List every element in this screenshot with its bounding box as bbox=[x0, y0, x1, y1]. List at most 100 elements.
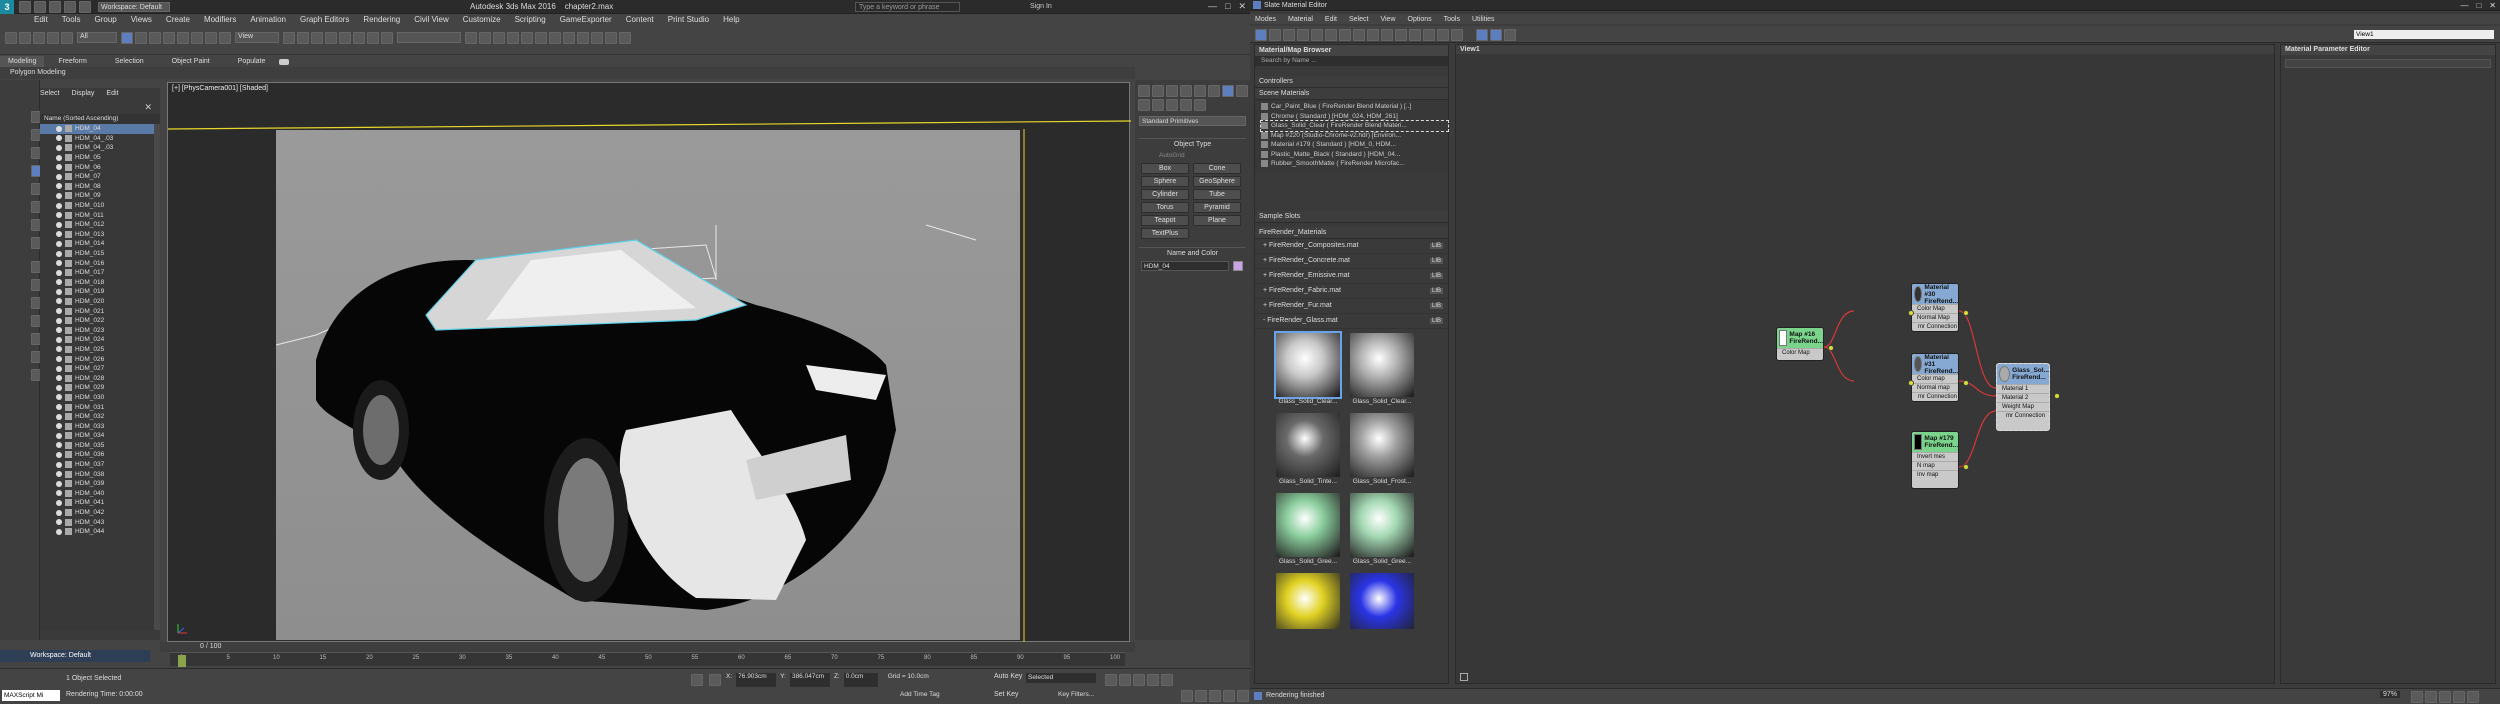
visibility-icon[interactable] bbox=[56, 173, 62, 180]
mirror-icon[interactable] bbox=[465, 32, 477, 44]
utilities-tab-icon[interactable] bbox=[1208, 85, 1220, 97]
scene-material-item[interactable]: Car_Paint_Blue ( FireRender Blend Materi… bbox=[1261, 102, 1448, 112]
systems-icon[interactable] bbox=[1194, 99, 1206, 111]
tab-select[interactable]: Select bbox=[40, 90, 59, 100]
material-30-slot[interactable]: Color Map bbox=[1912, 304, 1958, 313]
parameter-editor-bar[interactable] bbox=[2285, 59, 2491, 68]
menu-create[interactable]: Create bbox=[166, 15, 190, 24]
scene-tree-item[interactable]: HDM_042 bbox=[40, 508, 154, 518]
material-library-item[interactable]: + FireRender_Fur.mat LIB bbox=[1255, 299, 1448, 314]
track-bar[interactable]: 0510152025303540455055606570758085909510… bbox=[170, 652, 1125, 666]
scene-tree-item[interactable]: HDM_04_.03 bbox=[40, 134, 154, 144]
visibility-icon[interactable] bbox=[56, 423, 62, 430]
scene-tree-item[interactable]: HDM_029 bbox=[40, 383, 154, 393]
redo-icon[interactable] bbox=[79, 0, 91, 13]
menu-animation[interactable]: Animation bbox=[250, 15, 286, 24]
sign-in-button[interactable]: Sign In bbox=[1030, 3, 1052, 10]
visibility-icon[interactable] bbox=[56, 346, 62, 353]
scene-tree-item[interactable]: HDM_021 bbox=[40, 306, 154, 316]
orbit-icon[interactable] bbox=[1209, 690, 1221, 702]
pan-icon[interactable] bbox=[1223, 690, 1235, 702]
create-tab-icon[interactable] bbox=[1138, 85, 1150, 97]
scene-tree-item[interactable]: HDM_04_.03 bbox=[40, 143, 154, 153]
map-179-slot[interactable]: Inv map bbox=[1912, 470, 1958, 479]
visibility-icon[interactable] bbox=[56, 327, 62, 334]
absolute-mode-icon[interactable] bbox=[709, 674, 721, 686]
node-material-31[interactable]: Material #31 FireRend... Color map Normal… bbox=[1908, 353, 1969, 402]
material-thumbnail[interactable]: Glass_Solid_Tinte... bbox=[1273, 412, 1343, 489]
material-30-slot[interactable]: mr Connection bbox=[1912, 322, 1958, 331]
maximize-icon[interactable]: □ bbox=[2476, 1, 2481, 10]
menu-group[interactable]: Group bbox=[94, 15, 116, 24]
sample-slots-group[interactable]: Sample Slots bbox=[1259, 213, 1300, 220]
zoom-extents-icon[interactable] bbox=[2453, 691, 2465, 703]
menu-civil-view[interactable]: Civil View bbox=[414, 15, 449, 24]
visibility-icon[interactable] bbox=[56, 144, 62, 151]
sphere-button[interactable]: Sphere bbox=[1141, 176, 1189, 187]
motion-tab-icon[interactable] bbox=[1180, 85, 1192, 97]
maximize-icon[interactable]: □ bbox=[1225, 1, 1230, 12]
material-30-output-port[interactable] bbox=[1963, 310, 1969, 316]
material-thumbnail[interactable]: Glass_Solid_Yello... bbox=[1273, 572, 1343, 629]
zoom-region-icon[interactable] bbox=[2439, 691, 2451, 703]
visibility-icon[interactable] bbox=[56, 471, 62, 478]
scene-tree-item[interactable]: HDM_022 bbox=[40, 316, 154, 326]
scene-tree-item[interactable]: HDM_05 bbox=[40, 153, 154, 163]
scene-tree-item[interactable]: HDM_024 bbox=[40, 335, 154, 345]
render-production-icon[interactable] bbox=[591, 32, 603, 44]
open-browser-icon[interactable] bbox=[1476, 29, 1488, 41]
node-glass-solid[interactable]: Glass_Sol... FireRend... Material 1 Mater… bbox=[1996, 363, 2060, 431]
rendered-frame-window-icon[interactable] bbox=[577, 32, 589, 44]
object-category-dropdown[interactable]: Standard Primitives bbox=[1139, 116, 1246, 126]
scene-tree-item[interactable]: HDM_030 bbox=[40, 393, 154, 403]
workspace-dropdown[interactable]: Workspace: Default bbox=[98, 1, 170, 12]
zoom-all-icon[interactable] bbox=[1195, 690, 1207, 702]
spinner-snap-icon[interactable] bbox=[367, 32, 379, 44]
visibility-icon[interactable] bbox=[56, 212, 62, 219]
schematic-view-icon[interactable] bbox=[535, 32, 547, 44]
scene-tree-item[interactable]: HDM_019 bbox=[40, 287, 154, 297]
scene-tree-item[interactable]: HDM_010 bbox=[40, 201, 154, 211]
put-to-scene-icon[interactable] bbox=[1283, 29, 1295, 41]
scene-tree-item[interactable]: HDM_040 bbox=[40, 489, 154, 499]
max-logo-icon[interactable]: 3 bbox=[0, 0, 14, 14]
cameras-icon[interactable] bbox=[1152, 99, 1164, 111]
layer-explorer-icon[interactable] bbox=[493, 32, 505, 44]
display-tab-icon[interactable] bbox=[1194, 85, 1206, 97]
visibility-icon[interactable] bbox=[56, 356, 62, 363]
move-children-icon[interactable] bbox=[1325, 29, 1337, 41]
named-selection-dropdown[interactable] bbox=[397, 32, 461, 43]
map-179-output-port[interactable] bbox=[1963, 464, 1969, 470]
material-library-item[interactable]: + FireRender_Concrete.mat LIB bbox=[1255, 254, 1448, 269]
node-material-30[interactable]: Material #30 FireRend... Color Map Normal… bbox=[1908, 283, 1969, 332]
visibility-icon[interactable] bbox=[56, 384, 62, 391]
menu-content[interactable]: Content bbox=[626, 15, 654, 24]
undo-icon[interactable] bbox=[64, 0, 76, 13]
menu-help[interactable]: Help bbox=[723, 15, 739, 24]
menu-select[interactable]: Select bbox=[1349, 16, 1368, 23]
material-id-icon[interactable] bbox=[1409, 29, 1421, 41]
glass-solid-output-port[interactable] bbox=[2054, 393, 2060, 399]
visibility-icon[interactable] bbox=[56, 308, 62, 315]
scene-tree-item[interactable]: HDM_041 bbox=[40, 498, 154, 508]
tab-object-paint[interactable]: Object Paint bbox=[158, 56, 224, 67]
teapot-button[interactable]: Teapot bbox=[1141, 215, 1189, 226]
visibility-icon[interactable] bbox=[56, 269, 62, 276]
x-coordinate-field[interactable]: 76.903cm bbox=[736, 673, 777, 687]
scale-icon[interactable] bbox=[205, 32, 217, 44]
material-thumbnail[interactable]: Glass_Solid_Clear... bbox=[1347, 332, 1417, 409]
material-thumbnail[interactable]: Glass_Solid_Frost... bbox=[1347, 412, 1417, 489]
visibility-icon[interactable] bbox=[56, 260, 62, 267]
pick-material-icon[interactable] bbox=[1269, 29, 1281, 41]
visibility-icon[interactable] bbox=[56, 240, 62, 247]
object-color-swatch[interactable] bbox=[1233, 261, 1243, 271]
menu-modifiers[interactable]: Modifiers bbox=[204, 15, 236, 24]
time-slider[interactable]: 0 / 100 bbox=[160, 642, 1135, 652]
scene-tree-item[interactable]: HDM_032 bbox=[40, 412, 154, 422]
material-31-slot[interactable]: Color map bbox=[1912, 374, 1958, 383]
scene-tree-item[interactable]: HDM_06 bbox=[40, 162, 154, 172]
visibility-icon[interactable] bbox=[56, 125, 62, 132]
curve-editor-icon[interactable] bbox=[521, 32, 533, 44]
tab-freeform[interactable]: Freeform bbox=[44, 56, 100, 67]
scene-tree-item[interactable]: HDM_013 bbox=[40, 230, 154, 240]
